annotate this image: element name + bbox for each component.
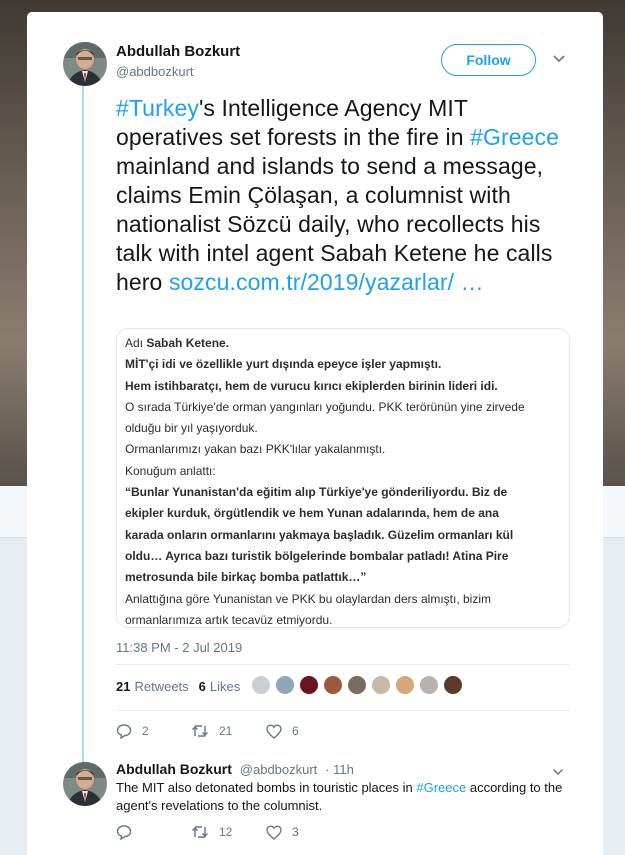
- reply-hashtag-greece[interactable]: #Greece: [416, 780, 466, 795]
- heart-icon: [266, 723, 282, 739]
- media-line: “Bunlar Yunanistan'da eğitim alıp Türkiy…: [125, 485, 508, 500]
- media-line: O sırada Türkiye'de orman yangınları yoğ…: [125, 399, 525, 414]
- media-line: Anlattığına göre Yunanistan ve PKK bu ol…: [125, 591, 491, 606]
- reply-header: Abdullah Bozkurt @abdbozkurt · 11h: [116, 761, 354, 777]
- tweet-stats: 21 Retweets 6 Likes: [116, 679, 250, 694]
- heart-icon: [266, 824, 282, 840]
- reply-action[interactable]: 2: [116, 723, 191, 739]
- hashtag-turkey[interactable]: #Turkey: [116, 95, 199, 121]
- reply-retweet-count: 12: [219, 825, 233, 839]
- media-line-label: Adı: [125, 336, 147, 350]
- thread-line: [82, 84, 84, 762]
- reply-time[interactable]: · 11h: [325, 762, 354, 777]
- reply-author-name[interactable]: Abdullah Bozkurt: [116, 761, 232, 777]
- media-line: Hem istihbaratçı, hem de vurucu kırıcı e…: [125, 378, 498, 393]
- reply-like-count: 3: [292, 825, 299, 839]
- liker-avatar[interactable]: [251, 675, 271, 695]
- retweets-stat[interactable]: 21 Retweets: [116, 679, 189, 694]
- media-line: MİT'çi idi ve özellikle yurt dışında epe…: [125, 357, 442, 372]
- media-line: karada onların ormanlarını yakmaya başla…: [125, 527, 514, 542]
- divider: [116, 710, 570, 711]
- reply-like-action[interactable]: 3: [266, 824, 341, 840]
- media-line-name: Sabah Ketene.: [146, 336, 230, 350]
- likes-count: 6: [198, 679, 206, 694]
- tweet-actions: 2 21 6: [116, 723, 341, 739]
- media-line: ormanlarımıza artık tecavüz etmiyordu.: [125, 612, 333, 627]
- reply-reply-action[interactable]: [116, 824, 191, 840]
- media-line: ekipler kurduk, örgütlendik ve hem Yunan…: [125, 506, 499, 521]
- likes-label: Likes: [209, 679, 241, 694]
- liker-avatar[interactable]: [395, 675, 415, 695]
- media-line: oldu… Ayrıca bazı turistik bölgelerinde …: [125, 548, 509, 563]
- reply-icon: [116, 724, 132, 739]
- media-line: olduğu bir yıl yaşıyorduk.: [125, 421, 258, 436]
- media-line: metrosunda bile birkaç bomba patlattık…”: [125, 570, 367, 585]
- reply-icon: [116, 825, 132, 840]
- retweet-action[interactable]: 21: [191, 724, 266, 738]
- media-line: Ormanlarımızı yakan bazı PKK'lılar yakal…: [125, 442, 386, 457]
- media-image[interactable]: Adı Sabah Ketene. MİT'çi idi ve özellikl…: [116, 328, 570, 628]
- likes-stat[interactable]: 6 Likes: [199, 679, 241, 694]
- author-handle[interactable]: @abdbozkurt: [116, 64, 194, 79]
- tweet-timestamp[interactable]: 11:38 PM - 2 Jul 2019: [116, 640, 242, 655]
- reply-author-avatar[interactable]: [63, 762, 107, 806]
- like-count: 6: [292, 724, 299, 738]
- reply-author-handle[interactable]: @abdbozkurt: [240, 762, 318, 777]
- liker-avatar[interactable]: [419, 675, 439, 695]
- chevron-down-icon[interactable]: [552, 768, 564, 776]
- retweets-count: 21: [116, 679, 131, 694]
- liker-avatar[interactable]: [443, 675, 463, 695]
- tweet-link-ellipsis[interactable]: …: [454, 269, 484, 295]
- tweet-link[interactable]: sozcu.com.tr/2019/yazarlar/: [169, 269, 454, 295]
- liker-avatar[interactable]: [323, 675, 343, 695]
- media-line: Adı Sabah Ketene.: [125, 333, 569, 354]
- retweet-count: 21: [219, 724, 233, 738]
- author-avatar[interactable]: [63, 42, 107, 86]
- tweet-text: #Turkey's Intelligence Agency MIT operat…: [116, 94, 576, 297]
- liker-avatar[interactable]: [347, 675, 367, 695]
- retweet-icon: [192, 826, 208, 838]
- like-action[interactable]: 6: [266, 723, 341, 739]
- retweets-label: Retweets: [134, 679, 189, 694]
- reply-count: 2: [142, 724, 149, 738]
- liker-avatar[interactable]: [371, 675, 391, 695]
- liker-avatar[interactable]: [275, 675, 295, 695]
- liker-avatar[interactable]: [299, 675, 319, 695]
- hashtag-greece[interactable]: #Greece: [470, 124, 559, 150]
- reply-text: The MIT also detonated bombs in touristi…: [116, 779, 566, 815]
- divider: [116, 664, 570, 665]
- reply-actions: 12 3: [116, 824, 341, 840]
- reply-retweet-action[interactable]: 12: [191, 825, 266, 839]
- tweet-modal: Abdullah Bozkurt @abdbozkurt Follow #Tur…: [27, 12, 603, 855]
- reply-text-part1: The MIT also detonated bombs in touristi…: [116, 780, 417, 795]
- media-line: Konuğum anlattı:: [125, 463, 216, 478]
- author-name[interactable]: Abdullah Bozkurt: [116, 43, 240, 60]
- likers-avatars: [251, 675, 467, 695]
- retweet-icon: [192, 725, 208, 737]
- chevron-down-icon[interactable]: [552, 54, 566, 64]
- follow-button[interactable]: Follow: [441, 44, 536, 76]
